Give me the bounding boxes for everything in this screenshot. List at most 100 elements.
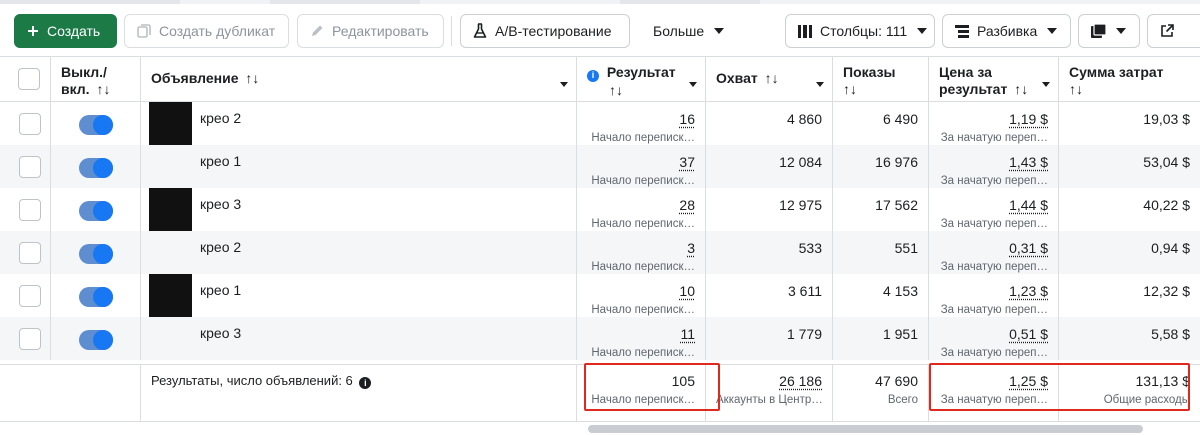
header-reach[interactable]: Охват ↑↓ xyxy=(706,57,833,102)
header-impressions[interactable]: Показы ↑↓ xyxy=(833,57,929,102)
row-spent-cell: 12,32 $ xyxy=(1059,274,1200,317)
row-checkbox[interactable] xyxy=(19,113,41,135)
row-checkbox[interactable] xyxy=(19,199,41,221)
spent-value: 0,94 $ xyxy=(1069,231,1190,256)
impressions-value: 1 951 xyxy=(843,317,918,342)
breakdown-button[interactable]: Разбивка xyxy=(942,14,1071,48)
header-cost-per-result-label: Цена за результат xyxy=(939,64,1007,97)
cpr-value[interactable]: 1,19 $ xyxy=(1009,111,1048,127)
duplicate-icon xyxy=(137,24,151,38)
row-checkbox[interactable] xyxy=(19,285,41,307)
row-spent-cell: 40,22 $ xyxy=(1059,188,1200,231)
caret-down-icon xyxy=(1042,74,1050,91)
cpr-value[interactable]: 0,51 $ xyxy=(1009,326,1048,342)
more-button[interactable]: Больше xyxy=(641,14,736,48)
header-toggle[interactable]: Выкл./ вкл. ↑↓ xyxy=(51,57,141,102)
totals-reach-cell: 26 186 Аккаунты в Центр… xyxy=(706,365,833,422)
row-result-cell: 37 Начало переписк… xyxy=(577,145,706,188)
cpr-value[interactable]: 1,23 $ xyxy=(1009,283,1048,299)
ad-toggle-switch[interactable] xyxy=(79,244,113,264)
reach-value: 3 611 xyxy=(716,274,822,299)
table-row[interactable]: крео 3 28 Начало переписк… 12 975 17 562… xyxy=(0,188,1200,231)
ad-toggle-switch[interactable] xyxy=(79,201,113,221)
row-checkbox[interactable] xyxy=(19,156,41,178)
ad-toggle-switch[interactable] xyxy=(79,287,113,307)
cpr-value[interactable]: 1,44 $ xyxy=(1009,197,1048,213)
table-row[interactable]: крео 2 16 Начало переписк… 4 860 6 490 1… xyxy=(0,102,1200,145)
ad-name[interactable]: крео 1 xyxy=(200,153,241,169)
edit-button[interactable]: Редактировать xyxy=(297,14,444,48)
toolbar-divider xyxy=(451,16,452,46)
header-amount-spent[interactable]: Сумма затрат ↑↓ xyxy=(1059,57,1200,102)
spent-value: 12,32 $ xyxy=(1069,274,1190,299)
result-value[interactable]: 10 xyxy=(679,283,695,299)
ad-toggle-switch[interactable] xyxy=(79,158,113,178)
horizontal-scrollbar[interactable] xyxy=(588,425,1143,433)
columns-button-label: Столбцы: 111 xyxy=(820,23,907,39)
header-result[interactable]: i Результат ↑↓ xyxy=(577,57,706,102)
table-row[interactable]: крео 3 11 Начало переписк… 1 779 1 951 0… xyxy=(0,317,1200,360)
row-ad-cell: крео 2 xyxy=(141,231,577,274)
ad-toggle-switch[interactable] xyxy=(79,115,113,135)
cpr-sub: За начатую переп… xyxy=(939,175,1048,187)
toggle-knob xyxy=(93,330,113,350)
totals-label-cell: Результаты, число объявлений: 6 i xyxy=(141,365,577,422)
totals-empty-cell xyxy=(0,365,141,422)
row-checkbox[interactable] xyxy=(19,242,41,264)
duplicate-button[interactable]: Создать дубликат xyxy=(124,14,289,48)
row-result-cell: 16 Начало переписк… xyxy=(577,102,706,145)
sort-icon: ↑↓ xyxy=(843,81,857,97)
ad-name[interactable]: крео 3 xyxy=(200,196,241,212)
result-value[interactable]: 16 xyxy=(679,111,695,127)
cpr-value[interactable]: 0,31 $ xyxy=(1009,240,1048,256)
breakdown-button-label: Разбивка xyxy=(977,23,1037,39)
header-ad[interactable]: Объявление ↑↓ xyxy=(141,57,577,102)
result-sub: Начало переписк… xyxy=(587,132,695,144)
ad-name[interactable]: крео 1 xyxy=(200,282,241,298)
ad-name[interactable]: крео 2 xyxy=(200,239,241,255)
cpr-value[interactable]: 1,43 $ xyxy=(1009,154,1048,170)
sort-icon: ↑↓ xyxy=(1069,81,1083,97)
caret-down-icon xyxy=(816,74,824,91)
result-value[interactable]: 28 xyxy=(679,197,695,213)
row-cpr-cell: 1,43 $ За начатую переп… xyxy=(929,145,1059,188)
row-impressions-cell: 6 490 xyxy=(833,102,929,145)
header-cost-per-result[interactable]: Цена за результат ↑↓ xyxy=(929,57,1059,102)
row-cpr-cell: 0,51 $ За начатую переп… xyxy=(929,317,1059,360)
ad-name[interactable]: крео 2 xyxy=(200,110,241,126)
row-checkbox[interactable] xyxy=(19,328,41,350)
reports-button[interactable] xyxy=(1078,14,1140,48)
ad-name[interactable]: крео 3 xyxy=(200,325,241,341)
result-sub: Начало переписк… xyxy=(587,218,695,230)
ad-toggle-switch[interactable] xyxy=(79,330,113,350)
result-value[interactable]: 3 xyxy=(687,240,695,256)
ads-toolbar: Создать Создать дубликат Редактировать A… xyxy=(0,0,1200,58)
breakdown-icon xyxy=(955,25,969,38)
impressions-value: 16 976 xyxy=(843,145,918,170)
caret-down-icon xyxy=(689,74,697,91)
result-sub: Начало переписк… xyxy=(587,175,695,187)
table-row[interactable]: крео 1 37 Начало переписк… 12 084 16 976… xyxy=(0,145,1200,188)
info-icon[interactable]: i xyxy=(359,377,371,389)
row-impressions-cell: 1 951 xyxy=(833,317,929,360)
row-toggle-cell xyxy=(51,102,141,145)
row-result-cell: 10 Начало переписк… xyxy=(577,274,706,317)
highlight-box-result xyxy=(584,363,720,411)
table-row[interactable]: крео 2 3 Начало переписк… 533 551 0,31 $… xyxy=(0,231,1200,274)
caret-down-icon xyxy=(917,28,927,34)
row-toggle-cell xyxy=(51,317,141,360)
ab-test-button[interactable]: A/B-тестирование xyxy=(460,14,630,48)
table-row[interactable]: крео 1 10 Начало переписк… 3 611 4 153 1… xyxy=(0,274,1200,317)
export-button[interactable] xyxy=(1147,14,1200,48)
create-button-label: Создать xyxy=(47,23,100,39)
create-button[interactable]: Создать xyxy=(14,14,117,48)
info-icon[interactable]: i xyxy=(587,70,599,82)
result-value[interactable]: 11 xyxy=(680,326,695,342)
totals-reach[interactable]: 26 186 xyxy=(779,373,822,389)
sort-icon: ↑↓ xyxy=(96,81,110,97)
row-select-cell xyxy=(0,274,51,317)
select-all-checkbox[interactable] xyxy=(18,68,40,90)
row-select-cell xyxy=(0,145,51,188)
result-value[interactable]: 37 xyxy=(679,154,695,170)
columns-button[interactable]: Столбцы: 111 xyxy=(785,14,935,48)
